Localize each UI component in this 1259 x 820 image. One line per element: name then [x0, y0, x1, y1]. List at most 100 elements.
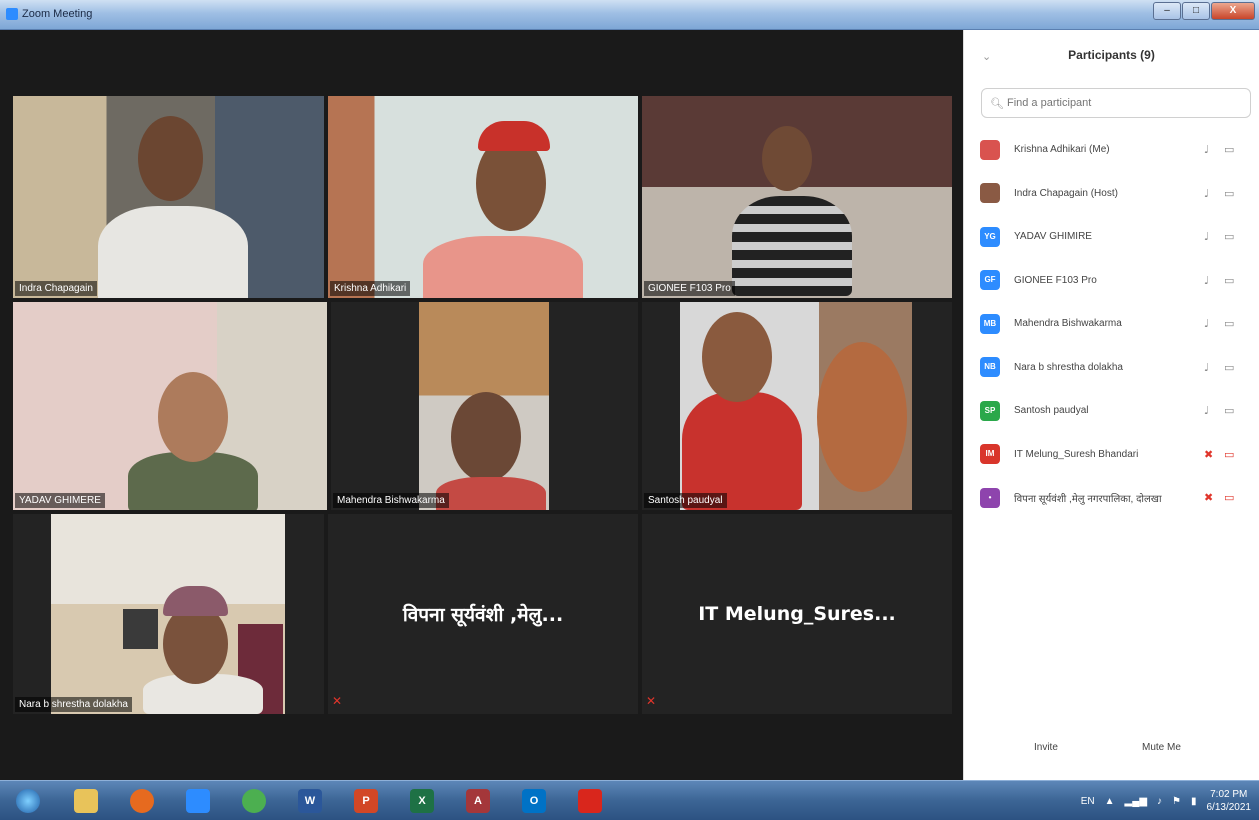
participant-row[interactable]: IM IT Melung_Suresh Bhandari ✖ ▭ [964, 433, 1259, 477]
minimize-button[interactable]: – [1153, 2, 1181, 20]
clock[interactable]: 7:02 PM 6/13/2021 [1207, 788, 1252, 814]
participant-name: विपना सूर्यवंशी ,मेलु नगरपालिका, दोलखा [1014, 493, 1162, 505]
taskbar-app-button[interactable]: P [346, 785, 386, 817]
powerpoint-icon: P [354, 789, 378, 813]
camera-icon[interactable]: ▭ [1224, 404, 1234, 417]
participants-panel: ⌄ Participants (9) 🔍︎ Krishna Adhikari (… [963, 30, 1259, 780]
mic-icon[interactable]: ♩ [1204, 143, 1209, 156]
taskbar-app-button[interactable] [570, 785, 610, 817]
participant-row[interactable]: Indra Chapagain (Host) ♩ ▭ [964, 172, 1259, 216]
search-icon: 🔍︎ [990, 96, 1004, 110]
participant-name: Indra Chapagain (Host) [1014, 187, 1118, 199]
participant-video [642, 302, 952, 510]
video-tile[interactable]: Krishna Adhikari [328, 96, 638, 298]
taskbar-app-button[interactable]: X [402, 785, 442, 817]
flag-icon[interactable]: ⚑ [1172, 796, 1181, 807]
participant-row[interactable]: NB Nara b shrestha dolakha ♩ ▭ [964, 346, 1259, 390]
mic-icon[interactable]: ♩ [1204, 361, 1209, 374]
word-icon: W [298, 789, 322, 813]
taskbar-app-button[interactable] [66, 785, 106, 817]
network-icon[interactable]: ▂▄▆ [1125, 796, 1147, 807]
tray-expand-icon[interactable]: ▲ [1105, 796, 1115, 807]
camera-icon[interactable]: ▭ [1224, 187, 1234, 200]
camera-icon[interactable]: ▭ [1224, 361, 1234, 374]
video-tile-no-video[interactable]: विपना सूर्यवंशी ,मेलु... ✕ [328, 514, 638, 714]
battery-icon[interactable]: ▮ [1191, 796, 1197, 807]
avatar: NB [980, 357, 1000, 378]
participant-row[interactable]: MB Mahendra Bishwakarma ♩ ▭ [964, 302, 1259, 346]
close-button[interactable]: X [1211, 2, 1255, 20]
participant-name: Mahendra Bishwakarma [1014, 318, 1122, 330]
participants-title: Participants (9) [1068, 48, 1155, 62]
avatar: • [980, 487, 1000, 508]
camera-off-icon[interactable]: ▭ [1224, 491, 1234, 504]
taskbar-app-button[interactable]: W [290, 785, 330, 817]
taskbar-app-button[interactable] [234, 785, 274, 817]
windows-taskbar: W P X A O EN ▲ ▂▄▆ ♪ ⚑ ▮ 7:02 PM 6/13/2021 [0, 780, 1259, 820]
video-tile[interactable]: GIONEE F103 Pro [642, 96, 952, 298]
participant-name-label: Nara b shrestha dolakha [15, 697, 132, 712]
participant-name: GIONEE F103 Pro [1014, 274, 1097, 286]
avatar: YG [980, 226, 1000, 247]
taskbar-app-button[interactable] [178, 785, 218, 817]
participant-video [13, 302, 327, 510]
access-icon: A [466, 789, 490, 813]
invite-button[interactable]: Invite [1034, 742, 1058, 753]
participant-search[interactable]: 🔍︎ [981, 88, 1251, 118]
participant-name-label: Mahendra Bishwakarma [333, 493, 449, 508]
avatar [980, 183, 1000, 204]
participant-row[interactable]: Krishna Adhikari (Me) ♩ ▭ [964, 128, 1259, 172]
taskbar-app-button[interactable] [122, 785, 162, 817]
participant-video [331, 302, 638, 510]
camera-off-icon[interactable]: ▭ [1224, 448, 1234, 461]
participant-name-label: YADAV GHIMERE [15, 493, 105, 508]
clock-date: 6/13/2021 [1206, 802, 1252, 813]
participant-name-label: Santosh paudyal [644, 493, 727, 508]
participant-row[interactable]: YG YADAV GHIMIRE ♩ ▭ [964, 215, 1259, 259]
mic-muted-icon[interactable]: ✖ [1204, 491, 1213, 504]
window-controls: – □ X [1153, 2, 1255, 20]
participant-video [642, 96, 952, 298]
taskbar-app-button[interactable]: O [514, 785, 554, 817]
participant-video [13, 96, 324, 298]
camera-icon[interactable]: ▭ [1224, 274, 1234, 287]
video-tile[interactable]: Mahendra Bishwakarma [331, 302, 638, 510]
participant-display-name: विपना सूर्यवंशी ,मेलु... [402, 604, 564, 626]
mic-icon[interactable]: ♩ [1204, 317, 1209, 330]
camera-icon[interactable]: ▭ [1224, 143, 1234, 156]
window-title: Zoom Meeting [22, 8, 93, 20]
participant-list: Krishna Adhikari (Me) ♩ ▭ Indra Chapagain (… [964, 128, 1259, 520]
taskbar-app-button[interactable]: A [458, 785, 498, 817]
video-tile-active-speaker[interactable]: YADAV GHIMERE [13, 302, 327, 510]
avatar: IM [980, 444, 1000, 465]
participant-row[interactable]: SP Santosh paudyal ♩ ▭ [964, 389, 1259, 433]
firefox-icon [130, 789, 154, 813]
participant-name: YADAV GHIMIRE [1014, 231, 1092, 243]
avatar [980, 139, 1000, 160]
mic-icon[interactable]: ♩ [1204, 404, 1209, 417]
participant-name: Krishna Adhikari (Me) [1014, 144, 1110, 156]
clock-time: 7:02 PM [1210, 789, 1248, 800]
participant-row[interactable]: • विपना सूर्यवंशी ,मेलु नगरपालिका, दोलखा ✖… [964, 476, 1259, 520]
participant-name: Nara b shrestha dolakha [1014, 361, 1123, 373]
participant-name-label: Indra Chapagain [15, 281, 97, 296]
mute-me-button[interactable]: Mute Me [1142, 742, 1181, 753]
mic-icon[interactable]: ♩ [1204, 187, 1209, 200]
video-tile[interactable]: Nara b shrestha dolakha [13, 514, 324, 714]
video-tile-no-video[interactable]: IT Melung_Sures... ✕ [642, 514, 952, 714]
video-tile[interactable]: Santosh paudyal [642, 302, 952, 510]
maximize-button[interactable]: □ [1182, 2, 1210, 20]
system-tray: EN ▲ ▂▄▆ ♪ ⚑ ▮ 7:02 PM 6/13/2021 [1081, 785, 1251, 817]
participant-row[interactable]: GF GIONEE F103 Pro ♩ ▭ [964, 259, 1259, 303]
mic-icon[interactable]: ♩ [1204, 274, 1209, 287]
mic-icon[interactable]: ♩ [1204, 230, 1209, 243]
volume-icon[interactable]: ♪ [1157, 796, 1162, 807]
camera-icon[interactable]: ▭ [1224, 230, 1234, 243]
mic-muted-icon[interactable]: ✖ [1204, 448, 1213, 461]
start-button[interactable] [8, 785, 48, 817]
language-indicator[interactable]: EN [1081, 796, 1095, 807]
video-tile[interactable]: Indra Chapagain [13, 96, 324, 298]
participant-name-label: GIONEE F103 Pro [644, 281, 735, 296]
search-input[interactable] [1006, 97, 1227, 109]
camera-icon[interactable]: ▭ [1224, 317, 1234, 330]
